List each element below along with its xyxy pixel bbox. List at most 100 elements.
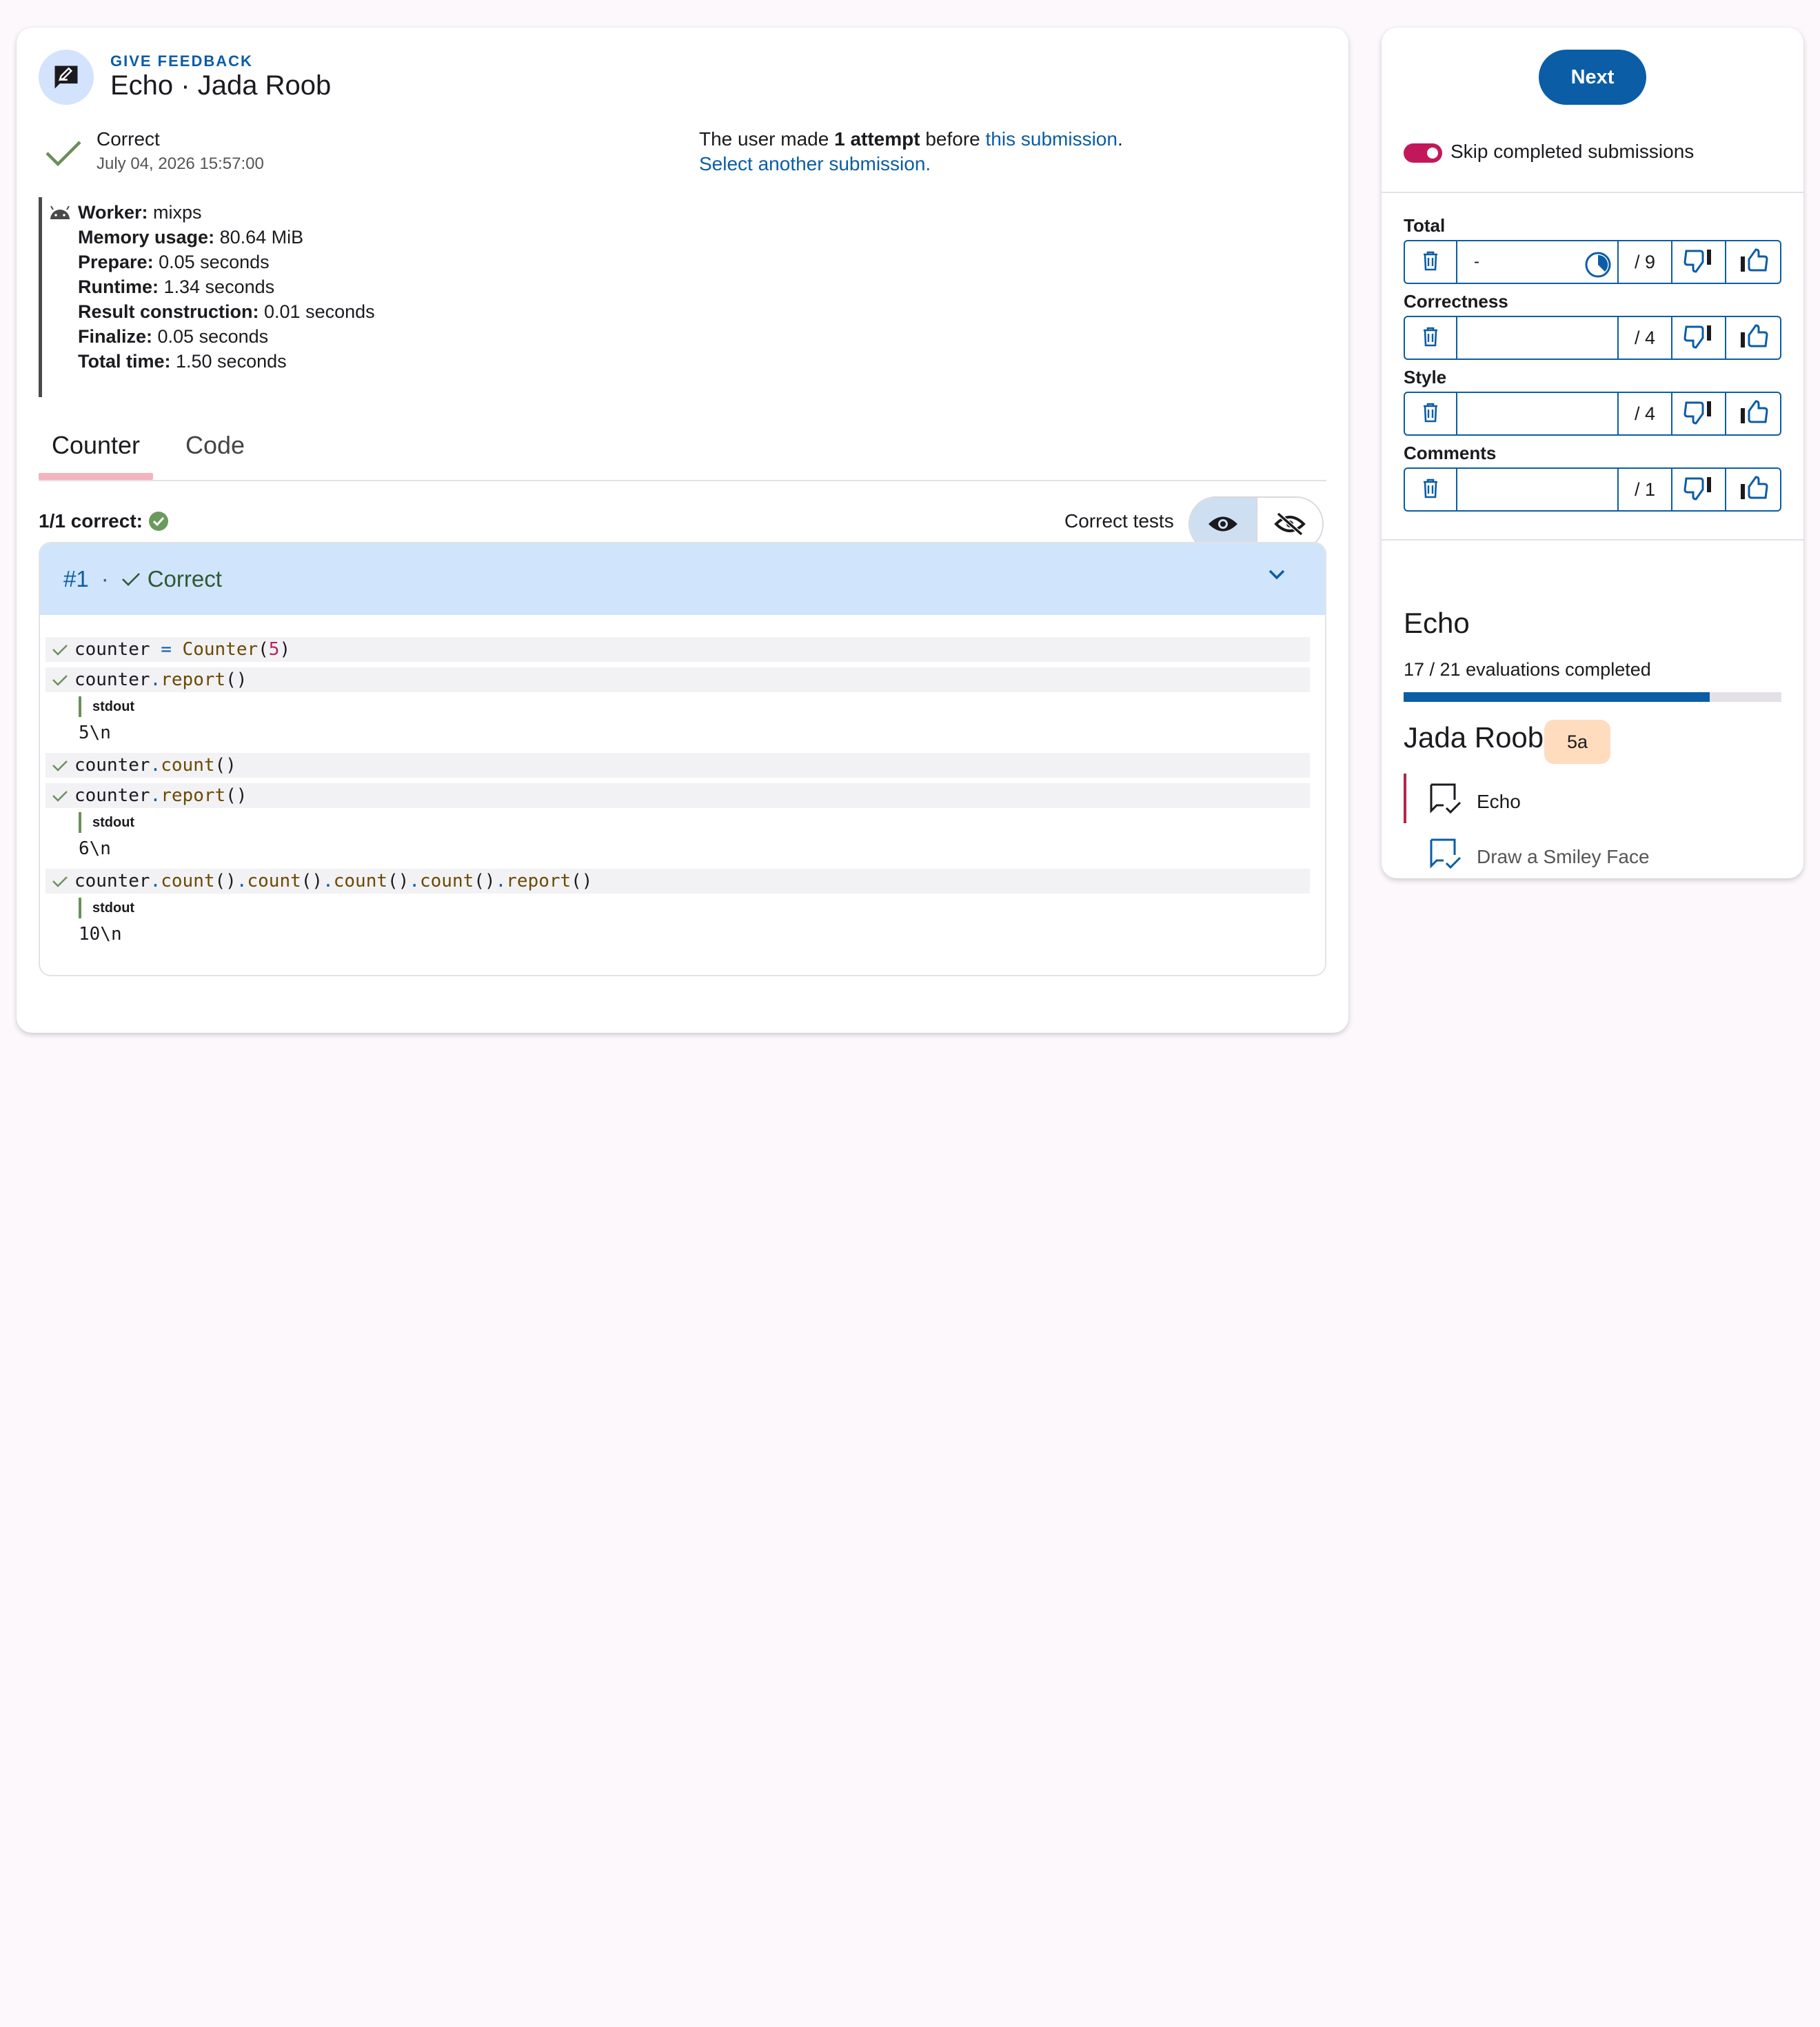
select-another-submission-link[interactable]: Select another submission. (699, 153, 931, 175)
thumbs-up-button[interactable] (1726, 241, 1780, 283)
worker-stat-value: 0.05 seconds (153, 252, 270, 272)
stdout-value: 6\n (79, 838, 111, 859)
thumbs-down-button[interactable] (1672, 317, 1726, 359)
test-row: counter.count().count().count().count().… (46, 869, 1310, 894)
thumbs-down-icon (1684, 323, 1714, 354)
check-icon (46, 674, 74, 686)
worker-stat: Runtime: 1.34 seconds (78, 274, 274, 299)
code-token: = (161, 639, 172, 660)
test-group-separator: · (101, 566, 109, 592)
code-token: report (161, 785, 226, 806)
code-token: () (214, 755, 236, 776)
worker-stat-key: Finalize: (78, 326, 153, 347)
test-group: #1 · Correct counter = Counter(5) counter… (39, 542, 1326, 976)
chevron-down-icon[interactable] (1267, 568, 1286, 581)
score-input[interactable]: - (1457, 241, 1619, 283)
thumbs-down-icon (1684, 247, 1714, 278)
test-row: counter.count() (46, 753, 1310, 778)
thumbs-down-button[interactable] (1672, 241, 1726, 283)
thumbs-up-button[interactable] (1726, 317, 1780, 359)
worker-stat-key: Memory usage: (78, 227, 215, 248)
score-input[interactable] (1457, 317, 1619, 359)
delete-score-button[interactable] (1405, 469, 1457, 510)
test-expression: counter.count() (74, 755, 236, 776)
progress-fill (1404, 692, 1710, 702)
tab-bar: Counter Code (39, 411, 1326, 481)
attempt-prefix: The user made (699, 128, 835, 150)
attempt-count: 1 attempt (834, 128, 920, 150)
current-exercise-indicator (1404, 774, 1406, 823)
code-token: count (161, 755, 215, 776)
score-input[interactable] (1457, 393, 1619, 434)
thumbs-up-button[interactable] (1726, 469, 1780, 510)
delete-score-button[interactable] (1405, 241, 1457, 283)
score-max: / 4 (1619, 393, 1672, 434)
worker-stat-key: Worker: (78, 202, 148, 223)
worker-stat-key: Result construction: (78, 301, 259, 322)
worker-stat-value: 0.05 seconds (152, 326, 269, 347)
eye-icon (1208, 516, 1237, 532)
attempt-info: The user made 1 attempt before this subm… (699, 128, 1123, 150)
stdout-value: 5\n (79, 723, 111, 743)
test-group-number: #1 (63, 566, 89, 592)
stdout-value: 10\n (79, 924, 122, 945)
score-label: Total (1404, 215, 1446, 236)
code-token: () (225, 669, 247, 690)
user-name[interactable]: Jada Roob (1404, 721, 1544, 754)
code-token: () (214, 871, 236, 891)
page-title: Echo · Jada Roob (110, 70, 332, 101)
next-button[interactable]: Next (1539, 50, 1646, 105)
test-group-header[interactable]: #1 · Correct (40, 543, 1325, 615)
code-token: count (247, 871, 301, 891)
worker-stat-key: Runtime: (78, 276, 159, 297)
worker-stat-value: 80.64 MiB (214, 227, 304, 248)
code-token: () (301, 871, 323, 891)
evaluations-progress-bar (1404, 692, 1781, 702)
tab-counter[interactable]: Counter (39, 411, 153, 480)
clock-icon (1584, 251, 1612, 283)
thumbs-down-button[interactable] (1672, 393, 1726, 434)
code-token: counter (74, 639, 161, 660)
code-token: . (150, 785, 161, 806)
test-row: counter.report() (46, 667, 1310, 692)
submission-status: Correct (97, 128, 160, 150)
worker-stat-key: Prepare: (78, 252, 154, 272)
delete-score-button[interactable] (1405, 317, 1457, 359)
thumbs-up-button[interactable] (1726, 393, 1780, 434)
code-token: . (323, 871, 334, 891)
code-token: report (506, 871, 572, 891)
code-token: count (161, 871, 215, 891)
exercise-item[interactable]: Draw a Smiley Face (1428, 837, 1650, 876)
score-label: Style (1404, 367, 1447, 387)
score-input[interactable] (1457, 469, 1619, 510)
class-badge: 5a (1544, 720, 1610, 764)
score-row: / 4 (1404, 316, 1781, 360)
tab-code[interactable]: Code (176, 411, 254, 480)
page-eyebrow: GIVE FEEDBACK (110, 52, 253, 70)
delete-score-button[interactable] (1405, 393, 1457, 434)
test-expression: counter = Counter(5) (74, 639, 290, 660)
trash-icon (1422, 326, 1439, 350)
stdout-label: stdout (79, 696, 134, 717)
exercise-title: Echo (1404, 607, 1470, 639)
code-token: () (225, 785, 247, 806)
test-expression: counter.report() (74, 785, 247, 806)
check-icon (46, 789, 74, 802)
score-label: Correctness (1404, 291, 1508, 312)
thumbs-down-button[interactable] (1672, 469, 1726, 510)
exercise-item[interactable]: Echo (1428, 782, 1521, 821)
test-row: counter.report() (46, 783, 1310, 808)
trash-icon (1422, 250, 1439, 274)
trash-icon (1422, 402, 1439, 426)
this-submission-link[interactable]: this submission (986, 128, 1118, 150)
thumbs-up-icon (1738, 323, 1768, 354)
worker-stat-value: mixps (148, 202, 202, 223)
worker-stat-key: Total time: (78, 351, 171, 372)
code-token: . (409, 871, 420, 891)
test-group-status: Correct (147, 566, 222, 592)
code-token: count (333, 871, 388, 891)
skip-completed-toggle[interactable] (1404, 143, 1442, 163)
code-token: 5 (268, 639, 280, 660)
exercise-name: Echo (1477, 790, 1521, 812)
